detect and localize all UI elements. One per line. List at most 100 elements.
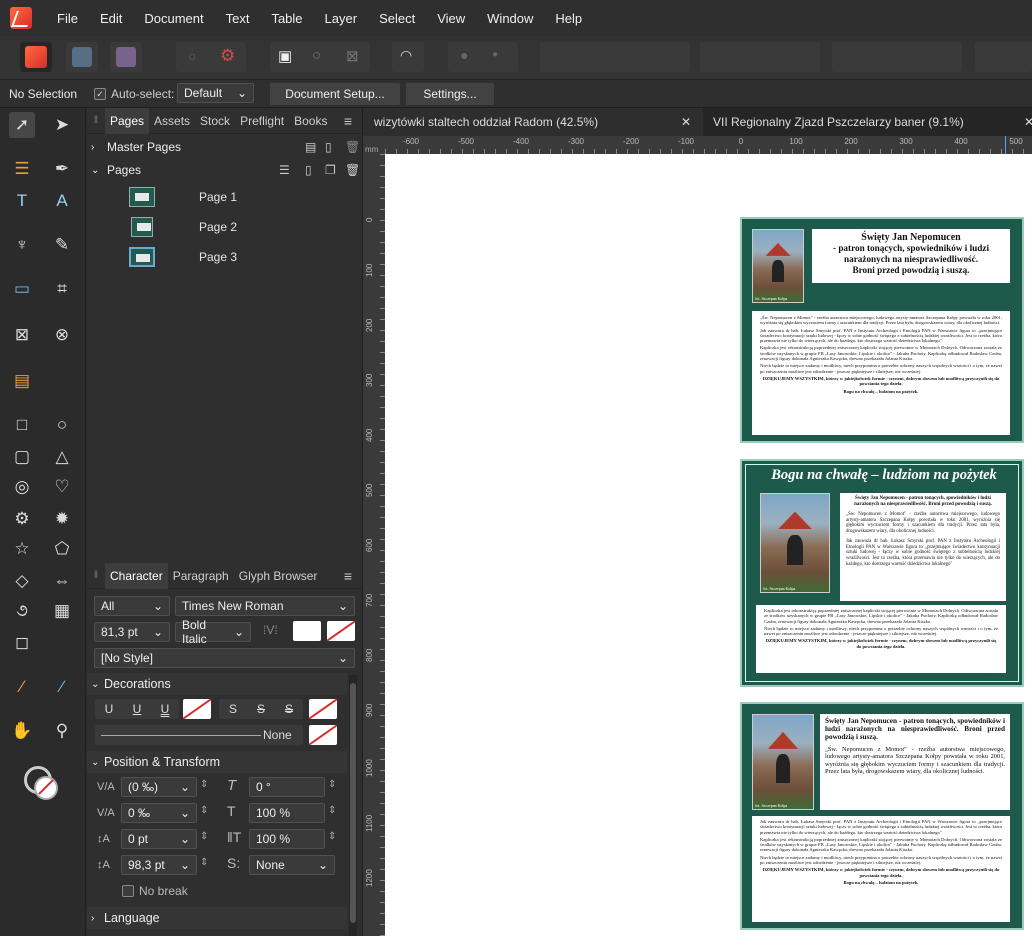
body-textbox[interactable]: „Św. Nepomucen z Momot" - rzeźba autorst… <box>752 311 1010 435</box>
settings-button[interactable]: Settings... <box>406 83 494 105</box>
banner-heading[interactable]: Bogu na chwałę – ludziom na pożytek <box>752 467 1016 484</box>
normal-view-icon[interactable]: ▣ <box>278 47 292 65</box>
panel-menu-icon[interactable]: ≡ <box>344 113 352 129</box>
scrollbar-thumb[interactable] <box>350 683 356 923</box>
heart-tool-icon[interactable]: ♡ <box>49 474 75 500</box>
menu-window[interactable]: Window <box>487 11 533 26</box>
rounded-rectangle-tool-icon[interactable]: ▢ <box>9 444 35 470</box>
font-style-dropdown[interactable]: Bold Italic ⌄ <box>175 618 251 646</box>
decorations-section[interactable]: ⌄ Decorations <box>87 673 347 695</box>
add-master-icon[interactable]: ▤ <box>305 140 316 154</box>
menu-edit[interactable]: Edit <box>100 11 122 26</box>
leading-stepper[interactable]: ⇕ <box>200 857 208 868</box>
menu-file[interactable]: File <box>57 11 78 26</box>
pin-icon[interactable]: ● <box>460 47 468 63</box>
menu-document[interactable]: Document <box>144 11 203 26</box>
underline-double-button[interactable]: U <box>161 702 170 716</box>
photo-persona-icon[interactable] <box>110 42 142 72</box>
preview-mode-icon[interactable]: ◠ <box>392 42 424 72</box>
text-fill-swatch[interactable] <box>293 621 321 641</box>
ellipse-tool-icon[interactable]: ○ <box>49 412 75 438</box>
panel-scrollbar[interactable] <box>349 675 357 936</box>
text-frame-tool-icon[interactable]: A <box>49 188 75 214</box>
cog-tool-icon[interactable]: ⚙ <box>9 506 35 532</box>
vertical-scale-stepper[interactable]: ⇕ <box>328 831 336 842</box>
style-picker-tool-icon[interactable]: ⁄ <box>49 674 75 700</box>
color-picker-tool-icon[interactable]: ⁄ <box>9 674 35 700</box>
burst-tool-icon[interactable]: ✹ <box>49 506 75 532</box>
move-tool-icon[interactable]: ➚ <box>9 112 35 138</box>
strike-double-button[interactable]: S <box>285 702 293 716</box>
tab-glyph-browser[interactable]: Glyph Browser <box>234 563 323 589</box>
underline-color-swatch[interactable] <box>183 699 211 719</box>
document-setup-button[interactable]: Document Setup... <box>270 83 400 105</box>
fill-tool-icon[interactable]: ♆ <box>9 232 35 258</box>
node-tool-icon[interactable]: ➤ <box>49 112 75 138</box>
pentagon-tool-icon[interactable]: ⬠ <box>49 536 75 562</box>
underline-none-button[interactable]: U <box>105 702 114 716</box>
body-textbox[interactable]: Jak zauważa dr hab. Łukasz Smyrski prof.… <box>752 816 1010 922</box>
artistic-text-tool-icon[interactable]: T <box>9 188 35 214</box>
page-item-3[interactable]: Page 3 <box>87 243 363 271</box>
font-family-dropdown[interactable]: Times New Roman ⌄ <box>175 596 355 616</box>
align-group[interactable] <box>540 42 690 72</box>
affinity-publisher-logo-icon[interactable] <box>10 7 32 29</box>
font-size-field[interactable]: 81,3 pt ⌄ <box>94 622 170 642</box>
horizontal-scale-field[interactable]: 100 % <box>249 803 325 823</box>
frame-text-tool-icon[interactable]: ☰ <box>9 156 35 182</box>
shear-field[interactable]: 0 ° <box>249 777 325 797</box>
strike-none-button[interactable]: S <box>229 702 237 716</box>
qr-code-tool-icon[interactable]: ▦ <box>49 598 75 624</box>
page-item-2[interactable]: Page 2 <box>87 213 363 241</box>
master-options-icon[interactable]: ▯ <box>325 140 332 154</box>
vertical-ruler[interactable]: 0 100 200 300 400 500 600 700 800 900 10… <box>363 154 385 936</box>
leading-field[interactable]: 98,3 pt ⌄ <box>121 855 197 875</box>
document-canvas[interactable]: fot. Szczepan Kołpa Święty Jan Nepomucen… <box>385 154 1032 936</box>
document-tab-1[interactable]: wizytówki staltech oddział Radom (42.5%)… <box>363 108 703 136</box>
artboard-page-3[interactable]: fot. Szczepan Kołpa Święty Jan Nepomucen… <box>740 702 1024 930</box>
shape-tool-icon[interactable]: ◻ <box>9 630 35 656</box>
gear-icon[interactable]: ⚙ <box>220 46 235 66</box>
publisher-persona-icon[interactable] <box>20 42 52 72</box>
intro-textbox[interactable]: Święty Jan Nepomucen - patron tonących, … <box>820 714 1010 810</box>
strike-single-button[interactable]: S <box>257 702 265 716</box>
auto-select-dropdown[interactable]: Default ⌄ <box>177 83 254 103</box>
menu-table[interactable]: Table <box>271 11 302 26</box>
close-tab-icon[interactable]: ✕ <box>1024 115 1032 129</box>
tab-assets[interactable]: Assets <box>149 108 195 134</box>
triangle-tool-icon[interactable]: △ <box>49 444 75 470</box>
arrange-group[interactable] <box>700 42 820 72</box>
horizontal-ruler[interactable]: -600 -500 -400 -300 -200 -100 0 100 200 … <box>385 136 1032 154</box>
delete-page-icon[interactable]: 🗑 <box>345 163 360 177</box>
picture-frame-tool-icon[interactable]: ▭ <box>9 276 35 302</box>
close-tab-icon[interactable]: ✕ <box>681 115 691 129</box>
donut-tool-icon[interactable]: ◎ <box>9 474 35 500</box>
bleed-view-icon[interactable]: ○ <box>312 47 321 64</box>
body-textbox[interactable]: Kapliczka jest rekonstrukcją poprzedniej… <box>756 605 1006 673</box>
tab-stock[interactable]: Stock <box>195 108 235 134</box>
title-textbox[interactable]: Święty Jan Nepomucen - patron tonących, … <box>812 229 1010 283</box>
dot-icon[interactable]: ● <box>492 49 498 60</box>
horizontal-scale-stepper[interactable]: ⇕ <box>328 805 336 816</box>
double-arrow-tool-icon[interactable]: ⇔ <box>49 568 75 594</box>
ellipse-frame-tool-icon[interactable]: ⊗ <box>49 322 75 348</box>
tab-preflight[interactable]: Preflight <box>235 108 289 134</box>
intro-textbox[interactable]: Święty Jan Nepomucen - patron tonących, … <box>840 493 1006 601</box>
spiral-tool-icon[interactable]: ૭ <box>9 598 35 624</box>
hand-tool-icon[interactable]: ✋ <box>9 718 35 744</box>
duplicate-page-icon[interactable]: ❐ <box>325 163 336 177</box>
strike-color-swatch[interactable] <box>309 699 337 719</box>
menu-text[interactable]: Text <box>226 11 250 26</box>
color-swatches-icon[interactable] <box>22 764 62 804</box>
font-collection-dropdown[interactable]: All ⌄ <box>94 596 170 616</box>
master-pages-section[interactable]: › Master Pages ▤ ▯ 🗑 <box>87 136 363 158</box>
language-section[interactable]: › Language <box>87 907 347 929</box>
typography-dropdown[interactable]: None ⌄ <box>249 855 335 875</box>
menu-select[interactable]: Select <box>379 11 415 26</box>
font-features-icon[interactable]: ⁞V⁞ <box>263 623 278 637</box>
rectangle-frame-tool-icon[interactable]: ⊠ <box>9 322 35 348</box>
boolean-group[interactable] <box>832 42 962 72</box>
auto-select-checkbox[interactable]: ✓ <box>94 88 106 100</box>
tab-character[interactable]: Character <box>105 562 168 589</box>
add-page-icon[interactable]: ▯ <box>305 163 312 177</box>
